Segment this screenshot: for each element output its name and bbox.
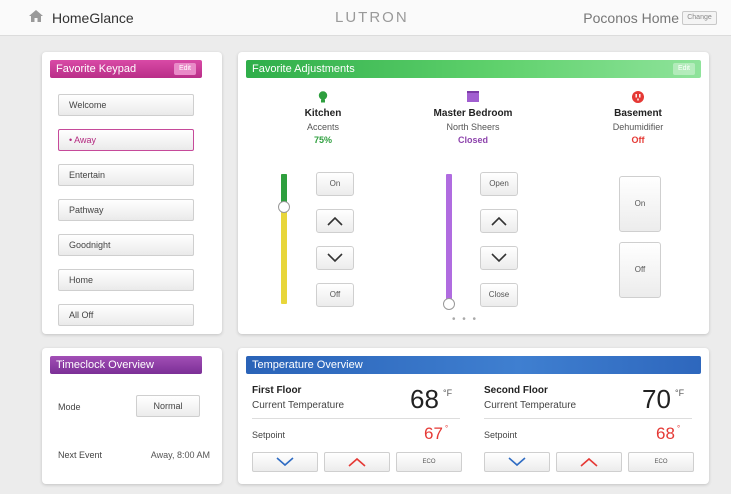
temperature-unit: °F [443,388,453,398]
device-subtitle: Accents [306,122,339,132]
device-status: 75% [313,135,332,145]
device-name: Basement [614,108,662,119]
temperature-overview-header: Temperature Overview [246,356,701,374]
divider [484,418,692,419]
second-floor-raise-setpoint-button[interactable] [556,452,622,472]
keypad-button-pathway[interactable]: Pathway [58,199,194,221]
bedroom-shade-slider[interactable] [443,174,455,310]
home-icon[interactable] [28,8,44,24]
timeclock-overview-panel: Timeclock Overview Mode Normal Next Even… [42,348,222,484]
favorite-adjustments-header: Favorite Adjustments Edit [246,60,701,78]
keypad-button-goodnight[interactable]: Goodnight [58,234,194,256]
keypad-button-all-off[interactable]: All Off [58,304,194,326]
current-temperature-label: Current Temperature [484,400,577,411]
timeclock-overview-title: Timeclock Overview [56,359,154,371]
keypad-button-welcome[interactable]: Welcome [58,94,194,116]
chevron-up-icon [327,216,343,226]
device-status: Closed [457,135,488,145]
keypad-edit-button[interactable]: Edit [173,63,196,75]
kitchen-off-button[interactable]: Off [316,283,354,307]
bedroom-open-button[interactable]: Open [480,172,518,196]
chevron-up-icon [348,457,366,467]
temperature-overview-panel: Temperature Overview First Floor Current… [238,348,709,484]
second-floor-lower-setpoint-button[interactable] [484,452,550,472]
favorite-keypad-header: Favorite Keypad Edit [50,60,202,78]
top-bar: HomeGlance LUTRON Poconos Home Change [0,0,731,36]
current-temperature-label: Current Temperature [252,400,345,411]
basement-off-button[interactable]: Off [619,242,661,298]
page-indicator[interactable]: • • • [452,314,478,325]
chevron-down-icon [491,253,507,263]
first-floor-eco-button[interactable]: ECO [396,452,462,472]
mode-select-button[interactable]: Normal [136,395,200,417]
kitchen-on-button[interactable]: On [316,172,354,196]
device-master-bedroom: Master Bedroom North Sheers Closed [408,90,538,145]
keypad-button-entertain[interactable]: Entertain [58,164,194,186]
next-event-label: Next Event [58,450,103,460]
setpoint-unit: ° [445,424,449,433]
chevron-up-icon [580,457,598,467]
setpoint-value: 67 [424,424,443,443]
current-temperature-value: 68 [410,384,439,414]
divider [252,418,460,419]
device-name: Master Bedroom [433,108,513,119]
brand-logo: LUTRON [335,9,409,26]
keypad-button-home[interactable]: Home [58,269,194,291]
temperature-unit: °F [675,388,685,398]
current-temperature-value: 70 [642,384,671,414]
keypad-button-away[interactable]: • Away [58,129,194,151]
bedroom-close-button[interactable]: Close [480,283,518,307]
basement-on-button[interactable]: On [619,176,661,232]
favorite-keypad-title: Favorite Keypad [56,63,137,75]
zone-name: First Floor [252,385,302,396]
chevron-down-icon [508,457,526,467]
light-bulb-icon [318,91,328,103]
kitchen-dimmer-slider[interactable] [278,174,290,304]
favorite-adjustments-title: Favorite Adjustments [252,63,355,75]
zone-name: Second Floor [484,385,548,396]
kitchen-lower-button[interactable] [316,246,354,270]
favorite-keypad-panel: Favorite Keypad Edit Welcome • Away Ente… [42,52,222,334]
site-name: Poconos Home [583,10,679,26]
kitchen-dimmer-handle[interactable] [278,201,290,213]
device-basement: Basement Dehumidifier Off [573,90,703,145]
chevron-down-icon [276,457,294,467]
first-floor-lower-setpoint-button[interactable] [252,452,318,472]
chevron-up-icon [491,216,507,226]
setpoint-label: Setpoint [252,430,286,440]
first-floor-raise-setpoint-button[interactable] [324,452,390,472]
bedroom-raise-button[interactable] [480,209,518,233]
device-kitchen: Kitchen Accents 75% [258,90,388,145]
temperature-overview-title: Temperature Overview [252,359,363,371]
device-name: Kitchen [304,108,342,119]
bedroom-shade-handle[interactable] [443,298,455,310]
second-floor-eco-button[interactable]: ECO [628,452,694,472]
device-subtitle: Dehumidifier [612,122,664,132]
power-outlet-icon [632,91,644,103]
mode-label: Mode [58,402,81,412]
chevron-down-icon [327,253,343,263]
setpoint-label: Setpoint [484,430,518,440]
device-subtitle: North Sheers [446,122,500,132]
setpoint-value: 68 [656,424,675,443]
bedroom-lower-button[interactable] [480,246,518,270]
next-event-value: Away, 8:00 AM [150,450,210,460]
app-name: HomeGlance [52,10,134,26]
shade-icon [467,91,479,102]
device-status: Off [631,135,645,145]
timeclock-overview-header: Timeclock Overview [50,356,202,374]
change-site-button[interactable]: Change [682,11,717,25]
favorites-edit-button[interactable]: Edit [672,63,695,75]
favorite-adjustments-panel: Favorite Adjustments Edit Kitchen Accent… [238,52,709,334]
setpoint-unit: ° [677,424,681,433]
kitchen-raise-button[interactable] [316,209,354,233]
